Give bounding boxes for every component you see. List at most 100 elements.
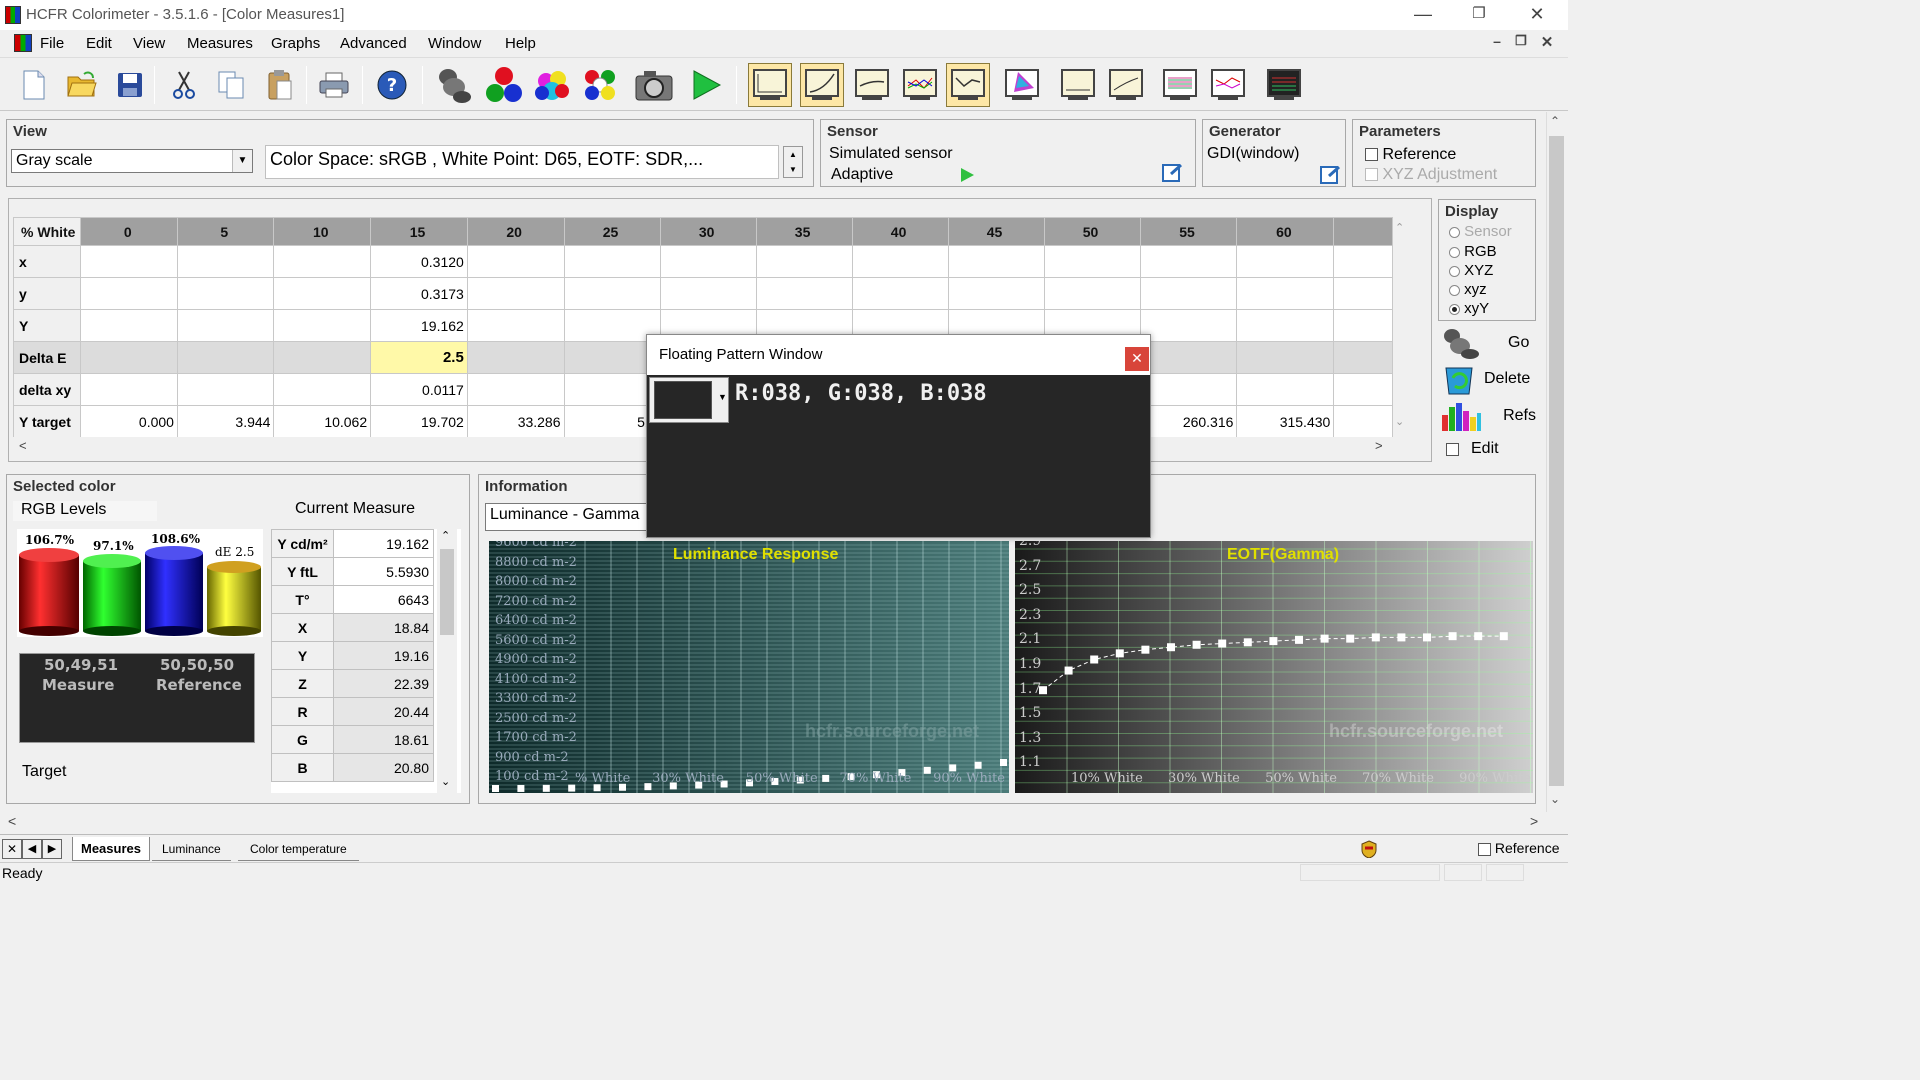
- grid-cell[interactable]: [80, 341, 178, 374]
- tab-color-temperature[interactable]: Color temperature: [238, 837, 359, 861]
- edit-checkbox[interactable]: Edit: [1440, 436, 1536, 462]
- grid-cell[interactable]: [947, 245, 1045, 278]
- grid-cell[interactable]: 19.162: [370, 309, 468, 342]
- grid-column-header[interactable]: 5: [176, 217, 275, 246]
- grid-cell[interactable]: [755, 277, 853, 310]
- grid-column-header[interactable]: 55: [1139, 217, 1238, 246]
- grid-cell[interactable]: [176, 373, 275, 406]
- display-radio-xyy[interactable]: xyY: [1449, 300, 1489, 317]
- grid-cell[interactable]: [1139, 373, 1238, 406]
- refs-button[interactable]: Refs: [1440, 399, 1536, 433]
- grid-cell[interactable]: [1236, 309, 1335, 342]
- scroll-right-icon[interactable]: >: [1530, 813, 1538, 829]
- scroll-down-icon[interactable]: ⌄: [1550, 792, 1560, 806]
- grid-cell[interactable]: [466, 341, 565, 374]
- grid-cell[interactable]: [176, 277, 275, 310]
- grid-cell[interactable]: [851, 245, 949, 278]
- save-icon[interactable]: [108, 63, 152, 107]
- color-temp-graph-icon[interactable]: [1056, 63, 1100, 107]
- main-vertical-scrollbar[interactable]: ⌃ ⌄: [1546, 112, 1566, 812]
- grid-cell[interactable]: [563, 245, 661, 278]
- grayscale-view-icon[interactable]: [748, 63, 792, 107]
- scroll-thumb[interactable]: [1549, 136, 1564, 786]
- grid-cell[interactable]: [273, 309, 372, 342]
- measures-graph-icon[interactable]: [1262, 63, 1306, 107]
- xyz-adjust-checkbox[interactable]: XYZ Adjustment: [1365, 166, 1497, 184]
- grid-column-header[interactable]: 25: [563, 217, 661, 246]
- delta-e-graph-icon[interactable]: [1104, 63, 1148, 107]
- grid-cell[interactable]: [1236, 373, 1335, 406]
- grid-cell[interactable]: [273, 245, 372, 278]
- menu-advanced[interactable]: Advanced: [340, 35, 407, 52]
- grid-cell[interactable]: 0.000: [80, 405, 178, 437]
- gamma-graph-icon[interactable]: [850, 63, 894, 107]
- close-button[interactable]: ✕: [1522, 4, 1552, 25]
- info-spin-control[interactable]: ▲ ▼: [783, 146, 803, 178]
- grid-column-header[interactable]: 35: [755, 217, 853, 246]
- tab-measures[interactable]: Measures: [72, 837, 150, 861]
- near-black-graph-icon[interactable]: [1206, 63, 1250, 107]
- menu-window[interactable]: Window: [428, 35, 481, 52]
- chevron-down-icon[interactable]: ▼: [232, 150, 252, 172]
- grid-cell[interactable]: [176, 245, 275, 278]
- grid-cell[interactable]: [659, 245, 757, 278]
- grid-cell[interactable]: [851, 277, 949, 310]
- grid-column-header[interactable]: 30: [659, 217, 757, 246]
- new-doc-icon[interactable]: [12, 63, 56, 107]
- grid-cell[interactable]: [563, 277, 661, 310]
- grid-scroll-up-icon[interactable]: ⌃: [1395, 221, 1404, 234]
- cut-icon[interactable]: [162, 63, 206, 107]
- measure-scroll-up-icon[interactable]: ⌃: [441, 529, 450, 542]
- grid-scroll-right-icon[interactable]: >: [1375, 438, 1383, 453]
- scroll-left-icon[interactable]: <: [8, 813, 16, 829]
- grid-cell[interactable]: 0.3173: [370, 277, 468, 310]
- grid-cell[interactable]: [1139, 277, 1238, 310]
- generator-config-icon[interactable]: [1319, 164, 1343, 186]
- grid-cell[interactable]: 3.944: [176, 405, 275, 437]
- tab-next-icon[interactable]: ▶: [42, 839, 62, 859]
- grid-column-header[interactable]: 20: [466, 217, 565, 246]
- restore-button[interactable]: ❐: [1464, 4, 1494, 22]
- secondary-colors-icon[interactable]: [530, 63, 574, 107]
- main-horizontal-scrollbar[interactable]: < >: [0, 812, 1546, 832]
- go-button[interactable]: Go: [1440, 326, 1536, 360]
- sensor-play-icon[interactable]: [959, 167, 975, 183]
- display-radio-xyz-lower[interactable]: xyz: [1449, 281, 1487, 298]
- measure-table-scrollbar[interactable]: ⌃ ⌄: [437, 529, 457, 793]
- grid-cell[interactable]: [755, 245, 853, 278]
- rgb-graph-icon[interactable]: [898, 63, 942, 107]
- cie-diagram-icon[interactable]: [1000, 63, 1044, 107]
- help-icon[interactable]: ?: [370, 63, 414, 107]
- grid-cell[interactable]: 33.286: [466, 405, 565, 437]
- grid-cell[interactable]: [466, 373, 565, 406]
- all-colors-icon[interactable]: [578, 63, 622, 107]
- grid-cell[interactable]: [1139, 245, 1238, 278]
- open-folder-icon[interactable]: [60, 63, 104, 107]
- grid-cell[interactable]: 10.062: [273, 405, 372, 437]
- grid-cell[interactable]: [466, 245, 565, 278]
- primary-colors-icon[interactable]: [482, 63, 526, 107]
- scroll-up-icon[interactable]: ⌃: [1550, 114, 1560, 128]
- grid-cell[interactable]: 260.316: [1139, 405, 1238, 437]
- grid-column-header[interactable]: 15: [370, 217, 468, 246]
- status-reference-checkbox[interactable]: Reference: [1478, 840, 1559, 856]
- sensor-icon[interactable]: [432, 63, 476, 107]
- grid-cell[interactable]: [1236, 341, 1335, 374]
- delete-button[interactable]: Delete: [1440, 362, 1536, 396]
- measure-scroll-thumb[interactable]: [440, 549, 454, 635]
- grid-column-header[interactable]: 40: [851, 217, 949, 246]
- grid-scroll-left-icon[interactable]: <: [19, 438, 27, 453]
- floating-close-button[interactable]: ✕: [1125, 347, 1149, 371]
- grid-cell[interactable]: [1139, 309, 1238, 342]
- display-radio-rgb[interactable]: RGB: [1449, 243, 1497, 260]
- menu-help[interactable]: Help: [505, 35, 536, 52]
- menu-graphs[interactable]: Graphs: [271, 35, 320, 52]
- menu-file[interactable]: File: [40, 35, 64, 52]
- grid-cell[interactable]: [80, 373, 178, 406]
- minimize-button[interactable]: —: [1408, 4, 1438, 25]
- menu-view[interactable]: View: [133, 35, 165, 52]
- pattern-color-picker[interactable]: ▼: [649, 377, 729, 423]
- grid-cell[interactable]: [1043, 277, 1141, 310]
- luminance-graph-icon[interactable]: [800, 63, 844, 107]
- grid-column-header[interactable]: 45: [947, 217, 1045, 246]
